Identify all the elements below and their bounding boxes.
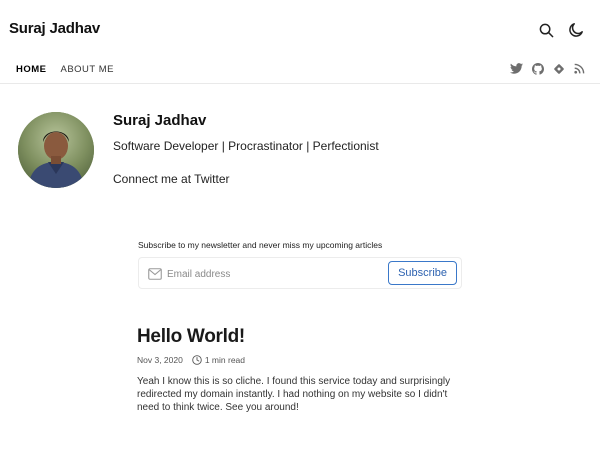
- twitter-icon[interactable]: [510, 62, 523, 75]
- rss-icon[interactable]: [573, 62, 586, 75]
- site-header: Suraj Jadhav HOME ABOUT ME: [0, 0, 600, 84]
- avatar: [18, 112, 94, 188]
- github-icon[interactable]: [531, 62, 544, 75]
- newsletter-form: Subscribe: [138, 257, 462, 289]
- clock-icon: [192, 355, 202, 365]
- post-date: Nov 3, 2020: [137, 355, 183, 365]
- newsletter-section: Subscribe to my newsletter and never mis…: [138, 240, 462, 289]
- social-links: [510, 62, 586, 75]
- search-icon[interactable]: [536, 20, 556, 40]
- profile-name: Suraj Jadhav: [113, 112, 207, 129]
- mail-icon: [148, 267, 162, 280]
- post-meta: Nov 3, 2020 1 min read: [137, 355, 467, 365]
- connect-twitter-link[interactable]: Connect me at Twitter: [113, 172, 230, 186]
- subscribe-button[interactable]: Subscribe: [388, 261, 457, 285]
- moon-icon[interactable]: [566, 20, 586, 40]
- main-nav: HOME ABOUT ME: [16, 64, 114, 75]
- post-read-time: 1 min read: [204, 355, 246, 365]
- dev-icon[interactable]: [552, 62, 565, 75]
- nav-item-about-me[interactable]: ABOUT ME: [61, 64, 114, 75]
- newsletter-label: Subscribe to my newsletter and never mis…: [138, 240, 383, 250]
- site-title[interactable]: Suraj Jadhav: [9, 20, 100, 37]
- email-input[interactable]: [167, 264, 377, 284]
- header-actions: [536, 20, 586, 40]
- post-excerpt: Yeah I know this is so cliche. I found t…: [137, 376, 451, 413]
- post-title[interactable]: Hello World!: [137, 326, 245, 348]
- profile-bio: Software Developer | Procrastinator | Pe…: [113, 139, 379, 153]
- nav-item-home[interactable]: HOME: [16, 64, 47, 75]
- post-card: Hello World! Nov 3, 2020 1 min read Yeah…: [137, 326, 467, 414]
